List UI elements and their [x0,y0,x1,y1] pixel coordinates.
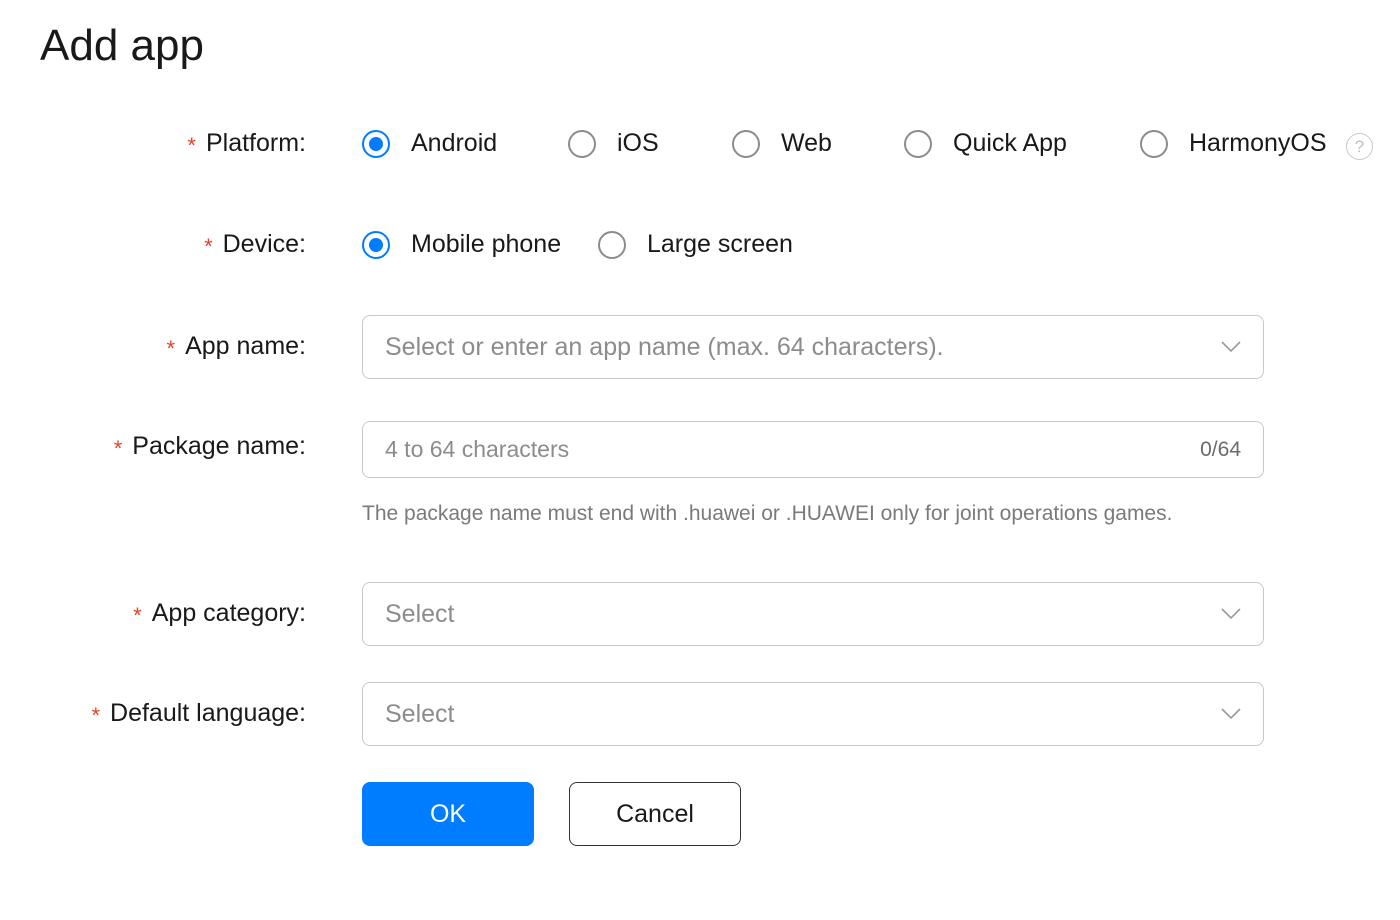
required-mark: * [187,132,196,158]
required-mark: * [133,602,142,628]
app-name-placeholder: Select or enter an app name (max. 64 cha… [385,332,944,361]
platform-label: * Platform: [187,129,306,158]
package-name-hint: The package name must end with .huawei o… [362,502,1173,525]
cancel-button[interactable]: Cancel [569,782,741,846]
chevron-down-icon[interactable] [1221,341,1241,353]
radio-unchecked-icon[interactable] [1140,129,1168,158]
chevron-down-icon[interactable] [1221,708,1241,720]
default-language-label: * Default language: [91,699,306,728]
platform-option-label: Android [411,129,498,157]
radio-checked-icon[interactable] [362,230,390,259]
device-label-text: Device: [222,230,306,258]
required-mark: * [204,233,213,259]
package-name-label-text: Package name: [132,432,306,460]
help-icon[interactable]: ? [1346,133,1373,160]
package-name-input[interactable]: 4 to 64 characters 0/64 [362,421,1264,478]
package-name-placeholder: 4 to 64 characters [385,436,570,462]
app-category-label-text: App category: [151,599,306,627]
platform-option-label: iOS [617,129,659,157]
app-name-label-text: App name: [185,332,306,360]
app-category-select[interactable]: Select [362,582,1264,646]
required-mark: * [91,702,101,728]
app-name-select[interactable]: Select or enter an app name (max. 64 cha… [362,315,1264,379]
device-label: * Device: [204,230,306,259]
package-name-label: * Package name: [114,432,306,461]
radio-unchecked-icon[interactable] [598,230,626,259]
device-option-mobile-phone[interactable]: Mobile phone [362,230,561,259]
platform-option-harmonyos[interactable]: HarmonyOS [1140,129,1327,158]
platform-option-android[interactable]: Android [362,129,497,158]
ok-button[interactable]: OK [362,782,534,846]
default-language-label-text: Default language: [110,699,306,727]
app-category-placeholder: Select [385,599,455,628]
page-title: Add app [40,21,204,70]
app-name-label: * App name: [167,332,306,361]
character-counter: 0/64 [1200,437,1241,461]
platform-label-text: Platform: [205,129,306,157]
chevron-down-icon[interactable] [1221,608,1241,620]
platform-row: * Platform: Android iOS Web Quick App Ha… [0,127,1400,161]
device-option-large-screen[interactable]: Large screen [598,230,793,259]
radio-unchecked-icon[interactable] [732,129,760,158]
default-language-select[interactable]: Select [362,682,1264,746]
radio-unchecked-icon[interactable] [904,129,932,158]
app-category-label: * App category: [133,599,306,628]
platform-option-label: Web [781,129,832,157]
radio-checked-icon[interactable] [362,129,390,158]
device-option-label: Mobile phone [411,230,562,258]
device-option-label: Large screen [647,230,793,258]
platform-option-quick-app[interactable]: Quick App [904,129,1067,158]
platform-option-label: HarmonyOS [1189,129,1327,157]
platform-option-web[interactable]: Web [732,129,832,158]
default-language-placeholder: Select [385,699,455,728]
required-mark: * [166,335,176,361]
platform-option-ios[interactable]: iOS [568,129,659,158]
device-row: * Device: Mobile phone Large screen [0,228,1400,262]
platform-option-label: Quick App [953,129,1067,157]
radio-unchecked-icon[interactable] [568,129,596,158]
required-mark: * [113,435,123,461]
